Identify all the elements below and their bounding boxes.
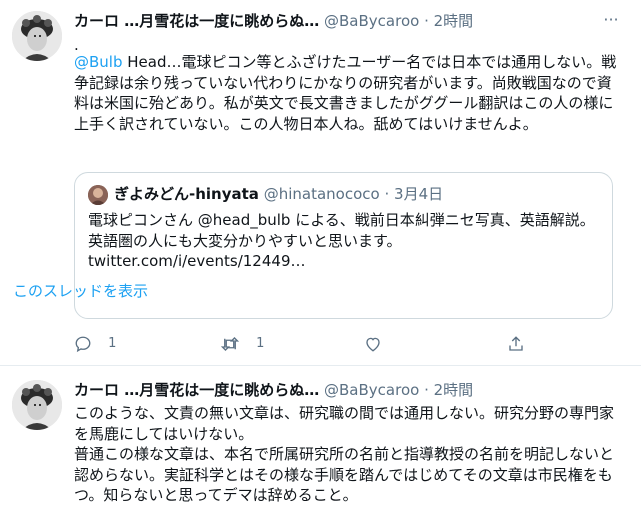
user-handle[interactable]: @BaBycaroo bbox=[324, 381, 419, 399]
retweet-icon bbox=[220, 336, 244, 351]
tweet-text-content: Head…電球ピコン等とふざけたユーザー名では日本では通用しない。戦争記録は余り… bbox=[74, 53, 617, 133]
action-bar: 1 1 bbox=[74, 332, 534, 356]
mention-link[interactable]: @Bulb bbox=[74, 53, 123, 71]
display-name[interactable]: カーロ …月雪花は一度に眺めらぬ… bbox=[74, 12, 319, 30]
tweet-header: カーロ …月雪花は一度に眺めらぬ… @BaBycaroo · 2時間 bbox=[74, 10, 601, 32]
tweet[interactable]: カーロ …月雪花は一度に眺めらぬ… @BaBycaroo · 2時間 ··· .… bbox=[0, 0, 641, 366]
quoted-text: 電球ピコンさん @head_bulb による、戦前日本糾弾ニセ写真、英語解説。英… bbox=[88, 210, 600, 272]
quoted-avatar bbox=[88, 185, 108, 205]
quoted-display-name: ぎよみどん-hinyata bbox=[114, 185, 259, 203]
tweet-header: カーロ …月雪花は一度に眺めらぬ… @BaBycaroo · 2時間 bbox=[74, 379, 601, 401]
separator: · bbox=[424, 12, 429, 30]
timestamp[interactable]: 2時間 bbox=[434, 12, 474, 30]
reply-icon bbox=[74, 336, 96, 352]
more-options-icon[interactable]: ··· bbox=[601, 10, 621, 30]
avatar[interactable] bbox=[12, 380, 62, 430]
share-icon bbox=[507, 335, 525, 351]
show-thread-link[interactable]: このスレッドを表示 bbox=[13, 281, 148, 301]
tweet-text: このような、文責の無い文章は、研究職の間では通用しない。研究分野の専門家を馬鹿に… bbox=[74, 404, 615, 504]
separator: · bbox=[424, 381, 429, 399]
tweet[interactable]: カーロ …月雪花は一度に眺めらぬ… @BaBycaroo · 2時間 このような… bbox=[0, 366, 641, 521]
user-handle[interactable]: @BaBycaroo bbox=[324, 12, 419, 30]
quoted-timestamp: 3月4日 bbox=[394, 185, 444, 203]
quoted-header: ぎよみどん-hinyata @hinatanococo · 3月4日 bbox=[114, 183, 443, 205]
quoted-tweet[interactable]: ぎよみどん-hinyata @hinatanococo · 3月4日 電球ピコン… bbox=[74, 172, 613, 319]
timestamp[interactable]: 2時間 bbox=[434, 381, 474, 399]
quoted-handle: @hinatanococo bbox=[263, 185, 380, 203]
avatar[interactable] bbox=[12, 11, 62, 61]
reply-button[interactable]: 1 bbox=[74, 332, 116, 356]
tweet-text: @Bulb Head…電球ピコン等とふざけたユーザー名では日本では通用しない。戦… bbox=[74, 52, 621, 134]
quoted-separator: · bbox=[384, 185, 390, 203]
quoted-link[interactable]: twitter.com/i/events/12449… bbox=[88, 252, 306, 270]
heart-icon bbox=[364, 336, 382, 352]
like-button[interactable] bbox=[364, 332, 382, 356]
retweet-button[interactable]: 1 bbox=[220, 332, 264, 356]
retweet-count: 1 bbox=[256, 336, 265, 351]
share-button[interactable] bbox=[507, 332, 525, 356]
reply-count: 1 bbox=[108, 336, 117, 351]
quoted-text-content: 電球ピコンさん @head_bulb による、戦前日本糾弾ニセ写真、英語解説。英… bbox=[88, 211, 595, 250]
display-name[interactable]: カーロ …月雪花は一度に眺めらぬ… bbox=[74, 381, 319, 399]
